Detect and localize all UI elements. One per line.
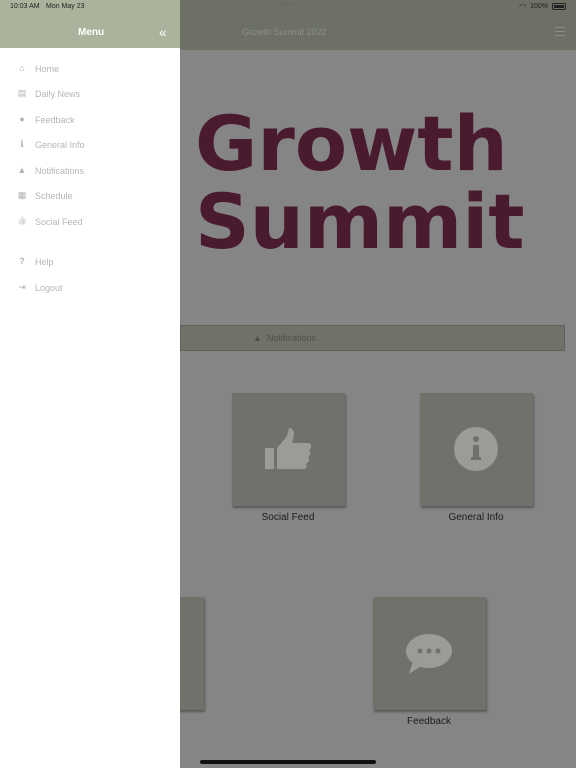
menu-item-schedule[interactable]: ▦ Schedule [0,186,180,206]
battery-percent: 100% [530,3,548,10]
tile-general-info-label: General Info [448,512,504,523]
chat-bubble-icon [406,634,452,674]
collapse-drawer-icon[interactable]: « [159,24,167,40]
hamburger-menu-icon[interactable] [555,27,565,36]
tile-social-feed[interactable] [232,393,345,506]
tile-social-feed-label: Social Feed [261,512,315,523]
app-title: Growth Summit 2022 [242,27,327,37]
drawer-title: Menu [78,27,105,38]
side-drawer: Menu « ⌂ Home ▤ Daily News ● Feedback ℹ … [0,0,180,768]
menu-item-help[interactable]: ? Help [0,252,180,272]
comment-icon: ● [19,114,25,124]
menu-item-label: Social Feed [35,217,83,227]
status-date: Mon May 23 [46,3,85,10]
status-bar: 10:03 AM Mon May 23 ••• ◠ 100% [0,0,576,14]
tile-general-info[interactable] [420,393,533,506]
hero-logo: Growth Summit [195,105,525,261]
tile-feedback-label: Feedback [407,716,451,727]
info-circle-icon: ℹ [20,139,24,149]
status-right: ◠ 100% [519,2,566,11]
menu-item-label: Daily News [35,89,81,99]
menu-item-general-info[interactable]: ℹ General Info [0,135,180,155]
hero-line-1: Growth [195,99,508,188]
home-icon: ⌂ [19,63,25,73]
menu-item-label: Help [35,257,54,267]
info-icon [454,427,498,471]
menu-item-label: Feedback [35,115,75,125]
menu-item-social-feed[interactable]: 👍 Social Feed [0,212,180,232]
newspaper-icon: ▤ [17,88,27,98]
tile-feedback[interactable] [373,597,486,710]
menu-item-feedback[interactable]: ● Feedback [0,110,180,130]
menu-item-label: Logout [35,283,63,293]
bell-icon: ▲ [17,165,27,175]
menu-item-logout[interactable]: ⇥ Logout [0,278,180,298]
menu-item-daily-news[interactable]: ▤ Daily News [0,84,180,104]
battery-icon [552,3,566,10]
menu-item-label: Schedule [35,191,73,201]
menu-item-label: Notifications [35,166,85,176]
menu-item-notifications[interactable]: ▲ Notifications [0,161,180,181]
calendar-icon: ▦ [17,190,27,200]
question-icon: ? [19,256,25,266]
thumbs-up-icon: 👍 [17,216,27,225]
menu-item-home[interactable]: ⌂ Home [0,59,180,79]
hero-line-2: Summit [195,177,525,266]
notifications-bar[interactable]: ▲ Notifications [180,325,565,351]
logout-icon: ⇥ [18,282,26,292]
multitasking-dots-icon[interactable]: ••• [282,0,294,10]
home-indicator[interactable] [200,760,376,764]
thumbs-up-icon [265,428,312,469]
wifi-icon: ◠ [519,2,527,11]
menu-item-label: General Info [35,140,85,150]
notifications-bar-label: Notifications [267,333,317,343]
status-time: 10:03 AM [10,3,40,10]
menu-item-label: Home [35,64,60,74]
bell-icon: ▲ [253,333,262,343]
